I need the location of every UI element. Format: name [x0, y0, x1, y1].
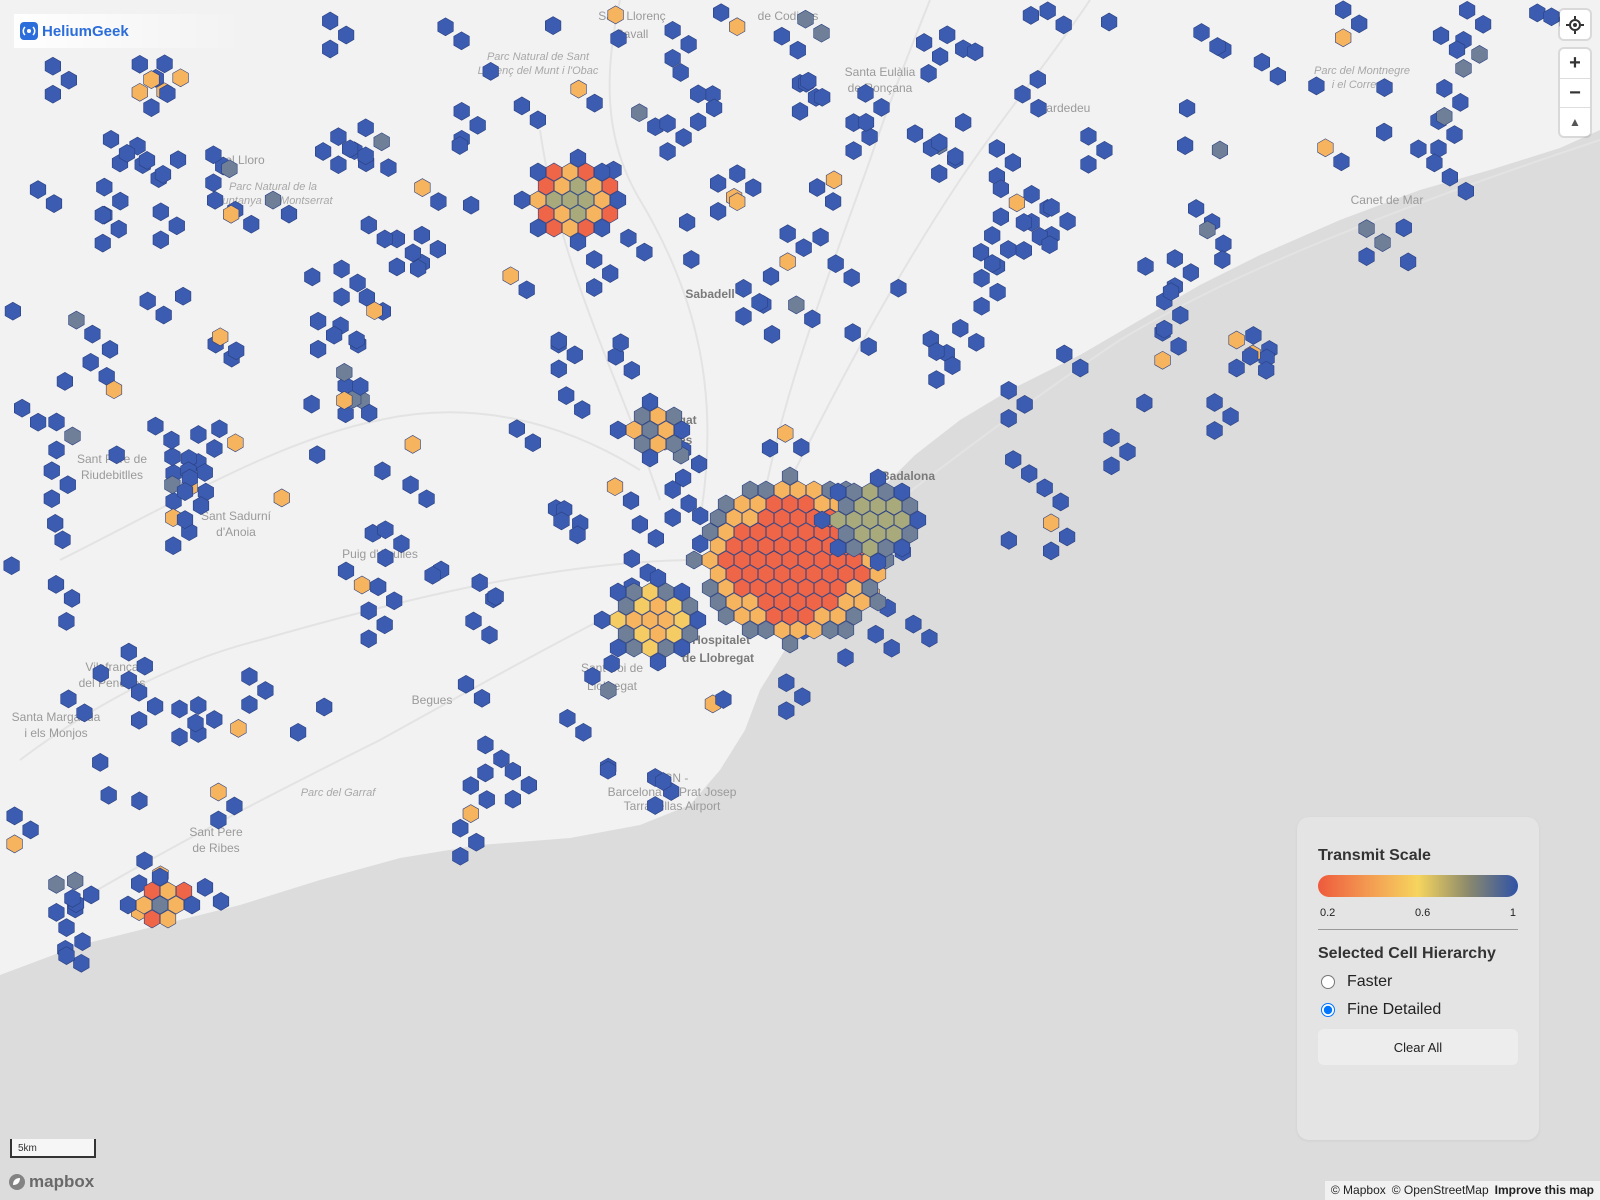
faster-radio[interactable] — [1321, 975, 1335, 989]
legend-panel: Transmit Scale 0.2 0.6 1 Selected Cell H… — [1297, 817, 1539, 1140]
scale-max-label: 1 — [1509, 907, 1516, 919]
legend-title: Transmit Scale — [1318, 847, 1431, 864]
helium-logo-icon — [20, 22, 38, 40]
place-label: Sabadell — [685, 287, 734, 301]
navigation-control: + − ▲ — [1560, 49, 1590, 136]
geolocate-control[interactable] — [1560, 10, 1590, 39]
option-fine-detailed[interactable]: Fine Detailed — [1318, 1001, 1518, 1019]
place-label: Tarradellas Airport — [624, 799, 721, 813]
place-label: Riudebitlles — [81, 468, 143, 482]
mapbox-icon — [9, 1174, 25, 1190]
app-title: HeliumGeek — [42, 22, 129, 40]
option-faster[interactable]: Faster — [1318, 973, 1518, 991]
faster-label: Faster — [1347, 973, 1393, 990]
place-label: de Ribes — [192, 841, 239, 855]
map-scale: 5km — [10, 1139, 96, 1158]
compass-icon: ▲ — [1569, 115, 1581, 129]
fine-detailed-radio[interactable] — [1321, 1003, 1335, 1017]
place-label: i els Monjos — [24, 726, 87, 740]
improve-map-link[interactable]: Improve this map — [1495, 1183, 1594, 1198]
fine-detailed-label: Fine Detailed — [1347, 1001, 1442, 1018]
locate-icon — [1566, 15, 1584, 34]
attrib-osm-link[interactable]: © OpenStreetMap — [1392, 1183, 1489, 1198]
place-label: Canet de Mar — [1351, 193, 1424, 207]
clear-all-button[interactable]: Clear All — [1318, 1029, 1518, 1065]
hierarchy-title: Selected Cell Hierarchy — [1318, 945, 1496, 962]
attribution: © Mapbox © OpenStreetMap Improve this ma… — [1324, 1181, 1600, 1200]
compass-button[interactable]: ▲ — [1560, 107, 1590, 136]
place-label: Sant Sadurní — [201, 509, 272, 523]
place-label: Begues — [412, 693, 453, 707]
place-label: d'Anoia — [216, 525, 256, 539]
zoom-in-button[interactable]: + — [1560, 49, 1590, 78]
place-label: Parc del Garraf — [301, 787, 377, 799]
mapbox-logo[interactable]: mapbox — [8, 1172, 94, 1192]
place-label: de Ronçana — [848, 81, 913, 95]
app-logo[interactable]: HeliumGeek — [14, 14, 246, 48]
place-label: Parc del Montnegre — [1314, 65, 1410, 77]
place-label: Santa Eulàlia — [845, 65, 916, 79]
scale-min-label: 0.2 — [1320, 907, 1336, 919]
transmit-scale-bar — [1318, 875, 1518, 897]
place-label: Parc Natural de Sant — [487, 51, 590, 63]
scale-ticks: 0.2 0.6 1 — [1318, 907, 1518, 919]
legend-divider — [1318, 929, 1518, 930]
scale-mid-label: 0.6 — [1414, 907, 1431, 919]
place-label: Badalona — [881, 469, 935, 483]
attrib-mapbox-link[interactable]: © Mapbox — [1331, 1183, 1386, 1198]
locate-button[interactable] — [1560, 10, 1590, 39]
place-label: de Llobregat — [682, 651, 754, 665]
zoom-out-button[interactable]: − — [1560, 78, 1590, 107]
mapbox-wordmark: mapbox — [29, 1172, 95, 1191]
